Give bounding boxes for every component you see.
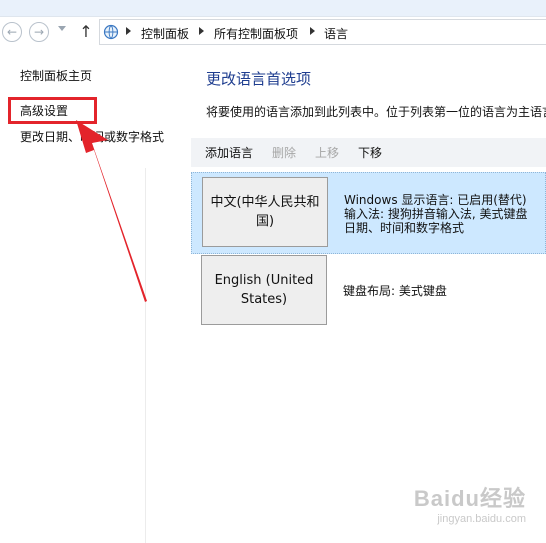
page-title: 更改语言首选项 xyxy=(206,70,312,88)
keyboard-layout-info: 键盘布局: 美式键盘 xyxy=(343,284,447,298)
forward-button[interactable]: → xyxy=(29,22,49,42)
remove-language-button[interactable]: 删除 xyxy=(272,144,296,161)
language-toolbar: 添加语言 删除 上移 下移 xyxy=(191,138,546,168)
move-up-button[interactable]: 上移 xyxy=(315,144,339,161)
breadcrumb-all-items[interactable]: 所有控制面板项 xyxy=(214,25,298,42)
add-language-button[interactable]: 添加语言 xyxy=(205,144,253,161)
format-info: 日期、时间和数字格式 xyxy=(344,221,465,235)
language-details: 键盘布局: 美式键盘 xyxy=(343,284,447,298)
language-tile[interactable]: English (United States) xyxy=(201,255,327,325)
breadcrumb-separator-icon[interactable] xyxy=(199,27,204,35)
breadcrumb-control-panel[interactable]: 控制面板 xyxy=(141,25,189,42)
back-button[interactable]: ← xyxy=(2,22,22,42)
annotation-highlight-box xyxy=(8,97,97,124)
language-tile[interactable]: 中文(中华人民共和国) xyxy=(202,177,328,247)
column-divider xyxy=(145,168,146,543)
navigation-bar: ← → ↑ 控制面板 所有控制面板项 语言 xyxy=(0,17,546,47)
watermark-url: jingyan.baidu.com xyxy=(437,513,526,525)
language-row-english[interactable]: English (United States) 键盘布局: 美式键盘 xyxy=(191,254,546,330)
watermark: Baidu经验 jingyan.baidu.com xyxy=(414,481,526,525)
input-method-info: 输入法: 搜狗拼音输入法, 美式键盘 xyxy=(344,207,528,221)
globe-icon xyxy=(103,24,119,40)
display-language-status: Windows 显示语言: 已启用(替代) xyxy=(344,193,527,207)
back-arrow-icon: ← xyxy=(6,25,18,39)
page-description: 将要使用的语言添加到此列表中。位于列表第一位的语言为主语言 xyxy=(206,105,546,119)
breadcrumb-separator-icon[interactable] xyxy=(310,27,315,35)
breadcrumb-language[interactable]: 语言 xyxy=(324,25,348,42)
recent-locations-dropdown-icon[interactable] xyxy=(58,26,66,31)
up-arrow-icon: ↑ xyxy=(79,22,93,41)
forward-arrow-icon: → xyxy=(33,25,45,39)
language-row-chinese[interactable]: 中文(中华人民共和国) Windows 显示语言: 已启用(替代) 输入法: 搜… xyxy=(191,172,546,254)
control-panel-home-link[interactable]: 控制面板主页 xyxy=(20,67,92,84)
window-top-strip xyxy=(0,0,546,17)
move-down-button[interactable]: 下移 xyxy=(358,144,382,161)
watermark-logo: Baidu经验 xyxy=(413,486,526,511)
breadcrumb-separator-icon xyxy=(126,27,131,35)
address-bar[interactable]: 控制面板 所有控制面板项 语言 xyxy=(99,19,546,45)
up-button[interactable]: ↑ xyxy=(77,21,95,43)
change-datetime-format-link[interactable]: 更改日期、时间或数字格式 xyxy=(20,128,164,145)
language-details: Windows 显示语言: 已启用(替代) 输入法: 搜狗拼音输入法, 美式键盘… xyxy=(344,193,528,235)
